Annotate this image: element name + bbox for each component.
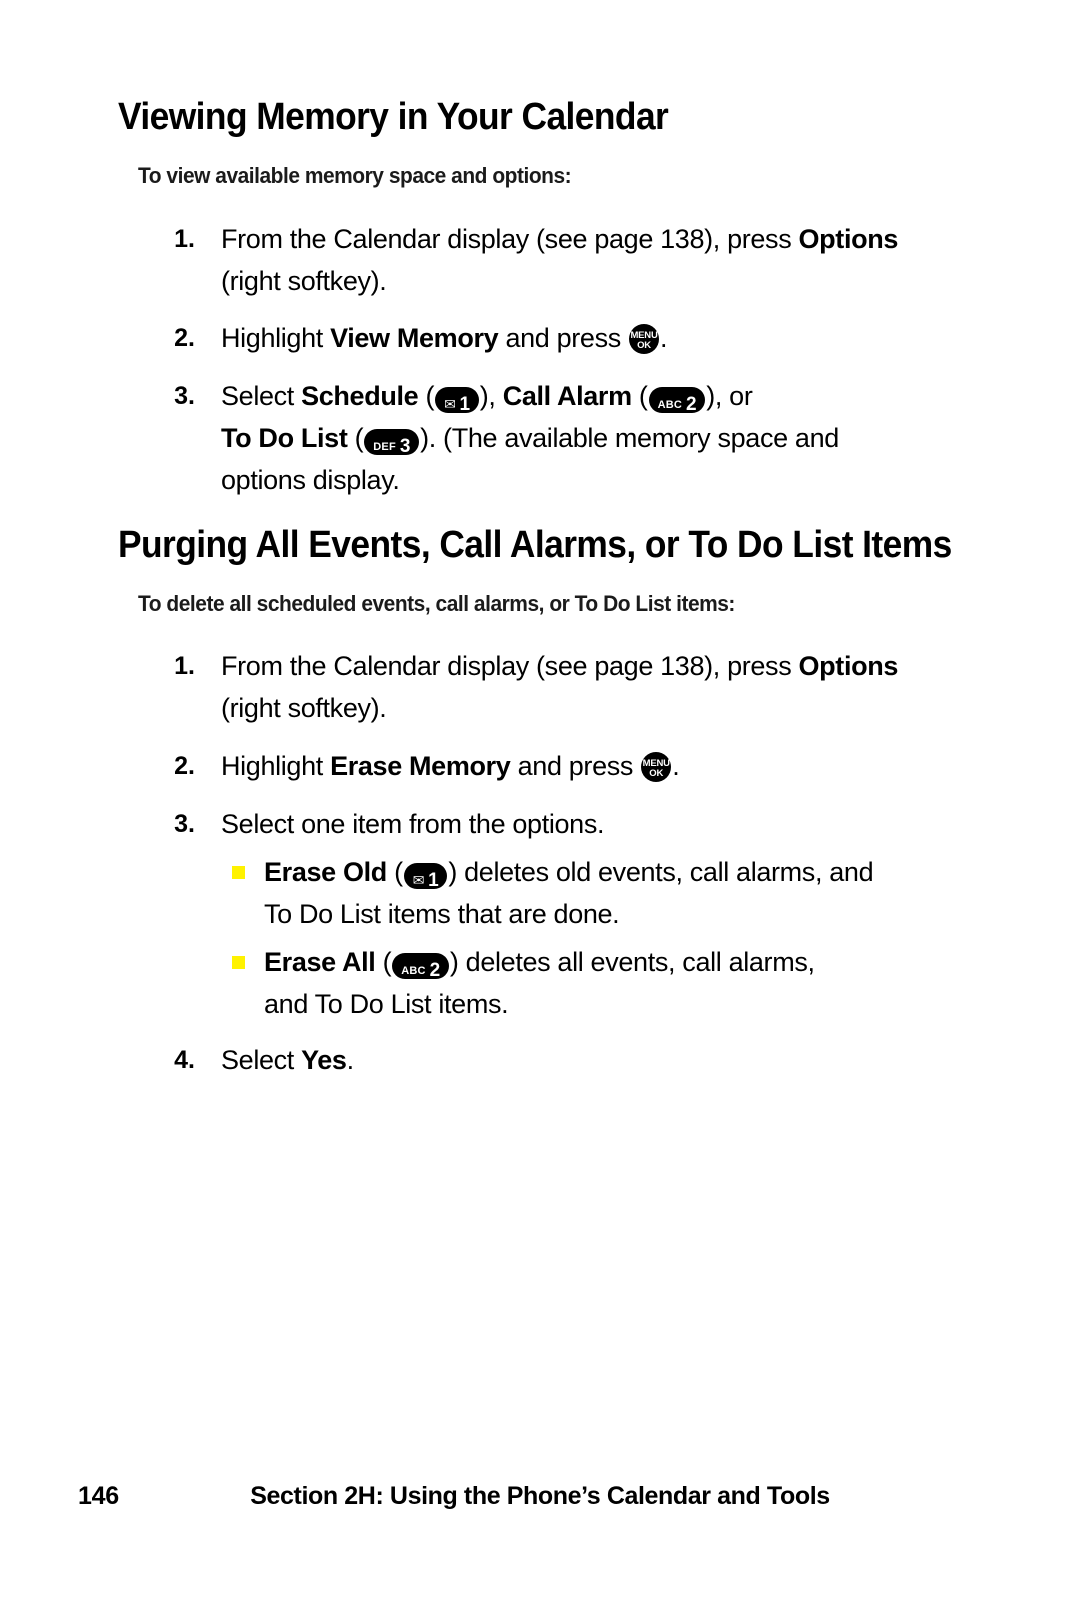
step-number: 1. [174, 225, 195, 253]
step-text-part: Highlight [221, 323, 331, 353]
step-text-part: . [346, 1045, 355, 1075]
list-item: 2. Highlight View Memory and press MENU O… [155, 317, 955, 359]
section-heading-viewing-memory: Viewing Memory in Your Calendar [118, 96, 669, 138]
menu-option-erase-memory: Erase Memory [330, 751, 511, 781]
section-subheading-view-memory: To view available memory space and optio… [138, 163, 572, 188]
list-item: Erase Old (✉ 1) deletes old events, call … [232, 851, 992, 935]
step-text-part: From the Calendar display (see page 138)… [221, 224, 799, 254]
manual-page: Viewing Memory in Your Calendar To view … [0, 0, 1080, 1620]
step-text: From the Calendar display (see page 138)… [221, 218, 955, 302]
step-text-part: ( [418, 381, 435, 411]
key-2-abc-icon: ABC 2 [392, 953, 449, 981]
step-text-part: From the Calendar display (see page 138)… [221, 651, 799, 681]
menu-ok-key-line2: OK [649, 768, 664, 779]
softkey-options-label: Options [798, 224, 899, 254]
step-number: 3. [174, 382, 195, 410]
section-heading-purging-all: Purging All Events, Call Alarms, or To D… [118, 524, 952, 566]
step-text-part: and press [510, 751, 641, 781]
step-text-part: ). (The available memory space and [420, 423, 839, 453]
step-number: 4. [174, 1046, 195, 1074]
menu-option-schedule: Schedule [301, 381, 419, 411]
step-text-part: . [672, 751, 680, 781]
list-item: 2. Highlight Erase Memory and press MENU… [155, 745, 955, 787]
step-text: Highlight View Memory and press MENU OK. [221, 317, 955, 359]
step-text-part: ), or [706, 381, 753, 411]
step-text-part: and press [498, 323, 629, 353]
key-3-def-icon: DEF 3 [364, 429, 420, 457]
step-text-line2: (right softkey). [221, 693, 387, 723]
list-item: 3. Select Schedule (✉ 1), Call Alarm (ABC… [155, 375, 1005, 501]
bullet-text-part: ) deletes all events, call alarms, [449, 947, 815, 977]
square-bullet-icon [232, 866, 245, 879]
list-item: 4. Select Yes. [155, 1039, 955, 1081]
key-digit: 3 [399, 435, 411, 457]
list-item: Erase All (ABC 2) deletes all events, cal… [232, 941, 992, 1025]
key-2-abc-icon: ABC 2 [648, 387, 706, 415]
menu-option-view-memory: View Memory [330, 323, 499, 353]
key-letters: DEF [373, 441, 396, 453]
step-text-line2: (right softkey). [221, 266, 387, 296]
step-text-part: Select [221, 1045, 302, 1075]
softkey-options-label: Options [798, 651, 899, 681]
key-digit: 2 [429, 959, 441, 981]
step-text: Select one item from the options. [221, 803, 955, 845]
key-1-envelope-icon: ✉ 1 [403, 863, 448, 891]
key-digit: 1 [428, 869, 439, 891]
step-number: 2. [174, 752, 195, 780]
step-text-part: Highlight [221, 751, 331, 781]
key-letters: ABC [657, 399, 682, 411]
step-number: 3. [174, 810, 195, 838]
bullet-text-part: ) deletes old events, call alarms, and [448, 857, 874, 887]
key-digit: 2 [686, 393, 697, 415]
list-item: 1. From the Calendar display (see page 1… [155, 218, 955, 302]
step-text-line1: Select one item from the options. [221, 809, 605, 839]
step-text: From the Calendar display (see page 138)… [221, 645, 955, 729]
envelope-icon: ✉ [412, 872, 425, 888]
menu-ok-key-icon: MENU OK [629, 324, 660, 354]
bullet-text-line2: To Do List items that are done. [264, 899, 620, 929]
step-text: Select Schedule (✉ 1), Call Alarm (ABC 2),… [221, 375, 1005, 501]
list-item: 3. Select one item from the options. [155, 803, 955, 845]
key-digit: 1 [459, 393, 471, 415]
section-subheading-delete-all: To delete all scheduled events, call ala… [138, 591, 735, 616]
menu-option-yes: Yes [301, 1045, 347, 1075]
menu-ok-key-line2: OK [637, 340, 651, 351]
step-text: Highlight Erase Memory and press MENU OK. [221, 745, 955, 787]
step-text: Select Yes. [221, 1039, 955, 1081]
bullet-text-part: ( [386, 857, 403, 887]
key-1-envelope-icon: ✉ 1 [435, 387, 479, 415]
square-bullet-icon [232, 956, 245, 969]
bullet-text: Erase Old (✉ 1) deletes old events, call … [264, 851, 992, 935]
step-number: 2. [174, 324, 195, 352]
step-text-part: Select [221, 381, 302, 411]
bullet-text: Erase All (ABC 2) deletes all events, cal… [264, 941, 992, 1025]
footer-section-title: Section 2H: Using the Phone’s Calendar a… [250, 1482, 830, 1510]
menu-option-erase-old: Erase Old [264, 857, 387, 887]
menu-ok-key-icon: MENU OK [641, 752, 672, 782]
step-text-part: ( [631, 381, 648, 411]
step-text-part: . [660, 323, 668, 353]
list-item: 1. From the Calendar display (see page 1… [155, 645, 955, 729]
step-text-line3: options display. [221, 465, 400, 495]
bullet-text-line2: and To Do List items. [264, 989, 509, 1019]
bullet-text-part: ( [375, 947, 392, 977]
menu-option-erase-all: Erase All [264, 947, 376, 977]
envelope-icon: ✉ [444, 396, 456, 412]
step-text-part: ( [347, 423, 364, 453]
key-letters: ABC [401, 965, 426, 977]
menu-option-to-do-list: To Do List [221, 423, 348, 453]
step-number: 1. [174, 652, 195, 680]
step-text-part: ), [479, 381, 503, 411]
menu-option-call-alarm: Call Alarm [502, 381, 632, 411]
